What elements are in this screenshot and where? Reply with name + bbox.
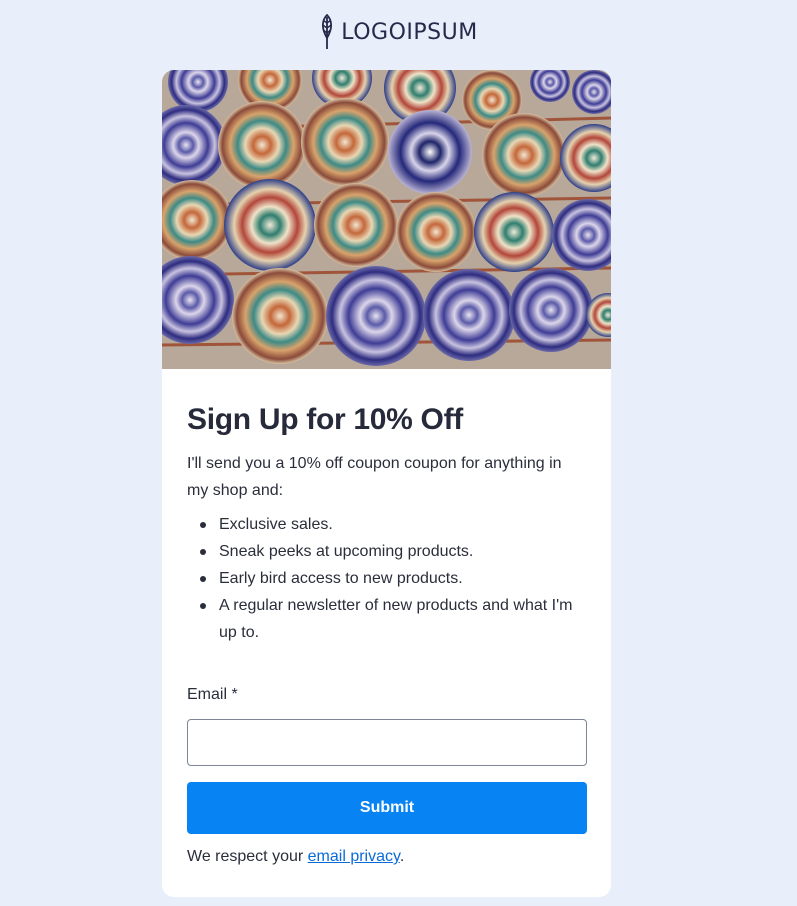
logo-text: LOGOIPSUM: [341, 19, 478, 45]
wheat-leaf-icon: [322, 14, 333, 49]
hero-image: [162, 70, 611, 369]
benefits-list: Exclusive sales. Sneak peeks at upcoming…: [187, 511, 587, 646]
list-item: Sneak peeks at upcoming products.: [187, 538, 587, 565]
signup-card: Sign Up for 10% Off I'll send you a 10% …: [162, 70, 611, 897]
privacy-prefix: We respect your: [187, 848, 308, 865]
email-label: Email *: [187, 686, 238, 703]
email-privacy-link[interactable]: email privacy: [308, 848, 400, 865]
email-field[interactable]: [187, 719, 587, 766]
intro-text: I'll send you a 10% off coupon coupon fo…: [187, 455, 562, 499]
form-title: Sign Up for 10% Off: [187, 403, 463, 436]
list-item: A regular newsletter of new products and…: [187, 592, 587, 646]
privacy-suffix: .: [399, 848, 405, 865]
brand-logo[interactable]: LOGOIPSUM: [0, 14, 797, 50]
signup-form: Sign Up for 10% Off I'll send you a 10% …: [187, 400, 587, 868]
submit-button[interactable]: Submit: [187, 782, 587, 834]
list-item: Exclusive sales.: [187, 511, 587, 538]
list-item: Early bird access to new products.: [187, 565, 587, 592]
privacy-note: We respect your email privacy.: [187, 846, 587, 868]
